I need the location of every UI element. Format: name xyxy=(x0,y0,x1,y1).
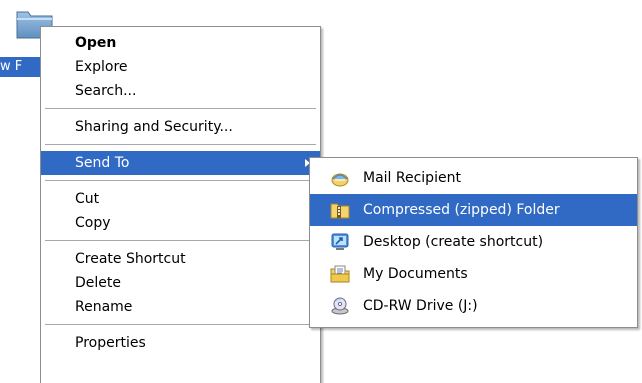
menu-separator xyxy=(45,240,316,241)
zipped-folder-icon xyxy=(330,203,350,219)
menu-item-open[interactable]: Open xyxy=(41,31,320,55)
send-to-cd-drive[interactable]: CD-RW Drive (J:) xyxy=(310,290,637,322)
send-to-submenu: Mail Recipient Compressed (zipped) Folde… xyxy=(309,157,638,328)
my-documents-icon xyxy=(330,265,350,283)
desktop-shortcut-label: Desktop (create shortcut) xyxy=(363,234,544,250)
cd-drive-icon xyxy=(331,297,349,315)
send-to-my-documents[interactable]: My Documents xyxy=(310,258,637,290)
menu-item-delete[interactable]: Delete xyxy=(41,271,320,295)
menu-item-copy[interactable]: Copy xyxy=(41,211,320,235)
send-to-mail-recipient[interactable]: Mail Recipient xyxy=(310,162,637,194)
mail-recipient-label: Mail Recipient xyxy=(363,170,461,186)
menu-item-sharing-and-security[interactable]: Sharing and Security... xyxy=(41,115,320,139)
cd-drive-label: CD-RW Drive (J:) xyxy=(363,298,478,314)
desktop: w F Open Explore Search... Sharing and S… xyxy=(0,0,642,383)
menu-item-send-to-label: Send To xyxy=(75,155,130,171)
menu-item-rename[interactable]: Rename xyxy=(41,295,320,319)
menu-separator xyxy=(45,180,316,181)
send-to-compressed-folder[interactable]: Compressed (zipped) Folder xyxy=(310,194,637,226)
context-menu: Open Explore Search... Sharing and Secur… xyxy=(40,26,321,383)
menu-item-search[interactable]: Search... xyxy=(41,79,320,103)
menu-item-properties[interactable]: Properties xyxy=(41,331,320,355)
mail-recipient-icon xyxy=(331,173,349,187)
desktop-shortcut-icon xyxy=(331,233,349,250)
menu-item-create-shortcut[interactable]: Create Shortcut xyxy=(41,247,320,271)
menu-item-explore[interactable]: Explore xyxy=(41,55,320,79)
menu-separator xyxy=(45,144,316,145)
send-to-desktop-shortcut[interactable]: Desktop (create shortcut) xyxy=(310,226,637,258)
menu-separator xyxy=(45,324,316,325)
menu-item-cut[interactable]: Cut xyxy=(41,187,320,211)
menu-separator xyxy=(45,108,316,109)
menu-item-send-to[interactable]: Send To xyxy=(41,151,320,175)
desktop-folder-label[interactable]: w F xyxy=(0,57,42,77)
compressed-folder-label: Compressed (zipped) Folder xyxy=(363,202,560,218)
my-documents-label: My Documents xyxy=(363,266,468,282)
